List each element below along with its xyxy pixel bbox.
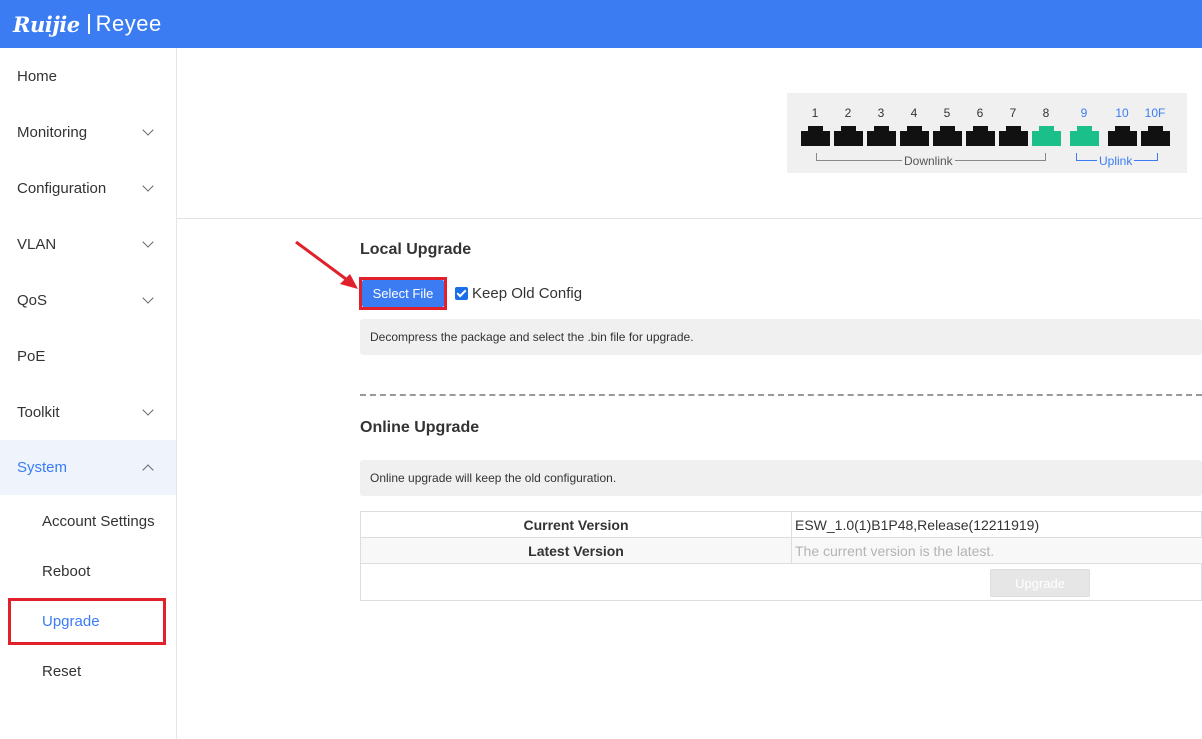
upgrade-button[interactable]: Upgrade <box>990 569 1090 597</box>
header-divider <box>177 218 1202 219</box>
sidebar-item-vlan[interactable]: VLAN <box>0 216 176 272</box>
select-file-button[interactable]: Select File <box>362 280 444 307</box>
arrow-annotation-icon <box>295 240 358 289</box>
logo-sub-brand: Reyee <box>95 11 162 36</box>
sidebar-item-label: Monitoring <box>17 123 88 141</box>
chevron-up-icon <box>142 463 154 476</box>
logo-separator <box>87 14 90 34</box>
sidebar-subitem-label: Reset <box>42 662 82 680</box>
sidebar-subitem-reset[interactable]: Reset <box>0 646 176 696</box>
local-upgrade-title: Local Upgrade <box>360 241 472 258</box>
port-base <box>933 131 962 146</box>
port-number-label: 9 <box>1080 106 1088 120</box>
port-base <box>900 131 929 146</box>
port-base <box>1108 131 1137 146</box>
ruijie-reyee-logo[interactable]: Ruijie Reyee <box>13 9 162 39</box>
port-number-label: 4 <box>910 106 918 120</box>
sidebar-item-label: VLAN <box>17 235 57 253</box>
chevron-down-icon <box>142 180 154 192</box>
sidebar-item-label: System <box>17 459 68 476</box>
sidebar-subitem-account-settings[interactable]: Account Settings <box>0 496 176 546</box>
port-base <box>999 131 1028 146</box>
ethernet-port-icon[interactable] <box>999 126 1028 146</box>
ethernet-port-icon[interactable] <box>1070 126 1099 146</box>
sidebar-subitem-label: Reboot <box>42 562 91 580</box>
port-base <box>966 131 995 146</box>
ethernet-port-icon[interactable] <box>834 126 863 146</box>
sidebar-item-label: Configuration <box>17 179 107 197</box>
port-number-label: 6 <box>976 106 984 120</box>
port-base <box>801 131 830 146</box>
sidebar-item-label: Toolkit <box>17 403 60 421</box>
sidebar-item-label: PoE <box>17 347 46 365</box>
port-base <box>834 131 863 146</box>
port-base <box>1141 131 1170 146</box>
current-version-label: Current Version <box>361 512 792 537</box>
port-number-label: 5 <box>943 106 951 120</box>
section-divider <box>360 394 1202 396</box>
current-version-value: ESW_1.0(1)B1P48,Release(12211919) <box>795 516 1040 533</box>
ethernet-port-icon[interactable] <box>966 126 995 146</box>
port-base <box>1070 131 1099 146</box>
sidebar-item-configuration[interactable]: Configuration <box>0 160 176 216</box>
local-upgrade-hint: Decompress the package and select the .b… <box>360 319 1202 355</box>
chevron-down-icon <box>142 404 154 416</box>
port-number-label: 1 <box>811 106 819 120</box>
online-upgrade-hint-text: Online upgrade will keep the old configu… <box>370 471 617 485</box>
sidebar-item-label: Home <box>17 67 58 85</box>
uplink-label: Uplink <box>1097 154 1135 168</box>
ethernet-port-icon[interactable] <box>801 126 830 146</box>
chevron-down-icon <box>142 292 154 304</box>
version-table: Current Version ESW_1.0(1)B1P48,Release(… <box>360 511 1202 601</box>
keep-old-config-label[interactable]: Keep Old Config <box>472 285 582 302</box>
latest-version-value: The current version is the latest. <box>795 542 995 559</box>
table-row: Current Version ESW_1.0(1)B1P48,Release(… <box>361 512 1202 538</box>
chevron-down-icon <box>142 124 154 136</box>
port-base <box>1032 131 1061 146</box>
ethernet-port-icon[interactable] <box>900 126 929 146</box>
ethernet-port-icon[interactable] <box>933 126 962 146</box>
sidebar-item-system[interactable]: System <box>0 440 176 495</box>
online-upgrade-title: Online Upgrade <box>360 419 480 436</box>
ethernet-port-icon[interactable] <box>1141 126 1170 146</box>
sidebar-item-poe[interactable]: PoE <box>0 328 176 384</box>
latest-version-label: Latest Version <box>361 538 792 563</box>
local-upgrade-hint-text: Decompress the package and select the .b… <box>370 330 694 344</box>
port-number-label: 8 <box>1042 106 1050 120</box>
sidebar-item-toolkit[interactable]: Toolkit <box>0 384 176 440</box>
ethernet-port-icon[interactable] <box>1108 126 1137 146</box>
sidebar-subitem-reboot[interactable]: Reboot <box>0 546 176 596</box>
table-row: Latest Version The current version is th… <box>361 538 1202 564</box>
downlink-label: Downlink <box>902 154 955 168</box>
port-number-label: 7 <box>1009 106 1017 120</box>
chevron-down-icon <box>142 236 154 248</box>
top-bar: Ruijie Reyee <box>0 0 1202 48</box>
logo-brand: Ruijie <box>13 11 80 37</box>
port-number-label: 3 <box>877 106 885 120</box>
port-base <box>867 131 896 146</box>
ethernet-port-icon[interactable] <box>867 126 896 146</box>
port-number-label: 10F <box>1144 106 1166 120</box>
sidebar-subitem-label: Account Settings <box>42 512 155 530</box>
upgrade-menu-highlight <box>8 598 166 645</box>
sidebar-item-home[interactable]: Home <box>0 48 176 104</box>
port-panel: 1 2 3 4 5 6 7 8 9 10 10F Downlink Uplink <box>787 93 1187 173</box>
keep-old-config-checkbox[interactable] <box>455 287 468 300</box>
ethernet-port-icon[interactable] <box>1032 126 1061 146</box>
online-upgrade-hint: Online upgrade will keep the old configu… <box>360 460 1202 496</box>
sidebar-item-label: QoS <box>17 291 48 309</box>
table-row: Upgrade <box>361 564 1202 601</box>
port-number-label: 2 <box>844 106 852 120</box>
sidebar-item-monitoring[interactable]: Monitoring <box>0 104 176 160</box>
port-number-label: 10 <box>1115 106 1129 120</box>
sidebar-item-qos[interactable]: QoS <box>0 272 176 328</box>
